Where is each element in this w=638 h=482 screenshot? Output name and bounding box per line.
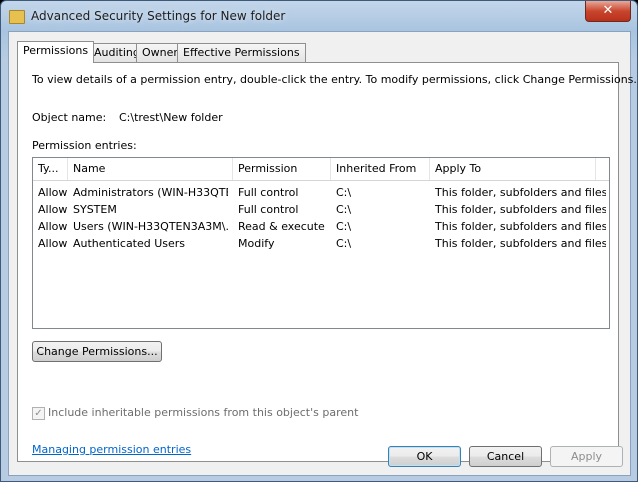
managing-permissions-link[interactable]: Managing permission entries <box>32 443 191 456</box>
inherit-permissions-checkbox[interactable]: ✓ <box>32 407 45 420</box>
tab-permissions[interactable]: Permissions <box>17 41 95 63</box>
object-name-value: C:\trest\New folder <box>119 111 223 124</box>
cell-inherited-from: C:\ <box>336 186 352 199</box>
close-button[interactable]: ✕ <box>585 1 631 22</box>
cell-name: Authenticated Users <box>73 237 186 250</box>
table-row[interactable]: Allow SYSTEM Full control C:\ This folde… <box>33 201 609 218</box>
ok-button[interactable]: OK <box>388 446 461 467</box>
cancel-button[interactable]: Cancel <box>469 446 542 467</box>
cell-type: Allow <box>38 237 68 250</box>
column-header-type[interactable]: Ty... <box>33 158 68 180</box>
cell-inherited-from: C:\ <box>336 203 352 216</box>
table-row[interactable]: Allow Administrators (WIN-H33QTE... Full… <box>33 184 609 201</box>
window-title: Advanced Security Settings for New folde… <box>31 9 286 23</box>
cell-type: Allow <box>38 203 68 216</box>
cell-permission: Modify <box>238 237 275 250</box>
change-permissions-button[interactable]: Change Permissions... <box>32 341 162 362</box>
inherit-permissions-label: Include inheritable permissions from thi… <box>48 406 359 419</box>
permission-entries-list[interactable]: Ty... Name Permission Inherited From App… <box>32 157 610 329</box>
permission-entries-label: Permission entries: <box>32 139 137 152</box>
security-settings-window: Advanced Security Settings for New folde… <box>0 0 638 482</box>
cell-apply-to: This folder, subfolders and files <box>435 237 606 250</box>
instructions-text: To view details of a permission entry, d… <box>32 73 637 86</box>
column-header-apply-to[interactable]: Apply To <box>430 158 596 180</box>
list-header: Ty... Name Permission Inherited From App… <box>33 158 609 181</box>
dialog-client-area: Permissions Auditing Owner Effective Per… <box>8 31 637 476</box>
cell-name: Administrators (WIN-H33QTE... <box>73 186 228 199</box>
cell-permission: Full control <box>238 186 299 199</box>
cell-type: Allow <box>38 186 68 199</box>
tab-effective-permissions[interactable]: Effective Permissions <box>177 43 306 62</box>
permissions-tab-panel: To view details of a permission entry, d… <box>17 62 637 462</box>
title-bar[interactable]: Advanced Security Settings for New folde… <box>1 1 637 31</box>
cell-inherited-from: C:\ <box>336 220 352 233</box>
cell-inherited-from: C:\ <box>336 237 352 250</box>
cell-name: SYSTEM <box>73 203 117 216</box>
column-header-name[interactable]: Name <box>68 158 233 180</box>
cell-name: Users (WIN-H33QTEN3A3M\... <box>73 220 228 233</box>
cell-permission: Full control <box>238 203 299 216</box>
cell-permission: Read & execute <box>238 220 325 233</box>
cell-apply-to: This folder, subfolders and files <box>435 220 606 233</box>
apply-button[interactable]: Apply <box>550 446 623 467</box>
cell-type: Allow <box>38 220 68 233</box>
cell-apply-to: This folder, subfolders and files <box>435 203 606 216</box>
table-row[interactable]: Allow Users (WIN-H33QTEN3A3M\... Read & … <box>33 218 609 235</box>
table-row[interactable]: Allow Authenticated Users Modify C:\ Thi… <box>33 235 609 252</box>
object-name-label: Object name: <box>32 111 107 124</box>
folder-icon <box>9 10 25 24</box>
column-header-inherited-from[interactable]: Inherited From <box>331 158 430 180</box>
cell-apply-to: This folder, subfolders and files <box>435 186 606 199</box>
column-header-permission[interactable]: Permission <box>233 158 331 180</box>
